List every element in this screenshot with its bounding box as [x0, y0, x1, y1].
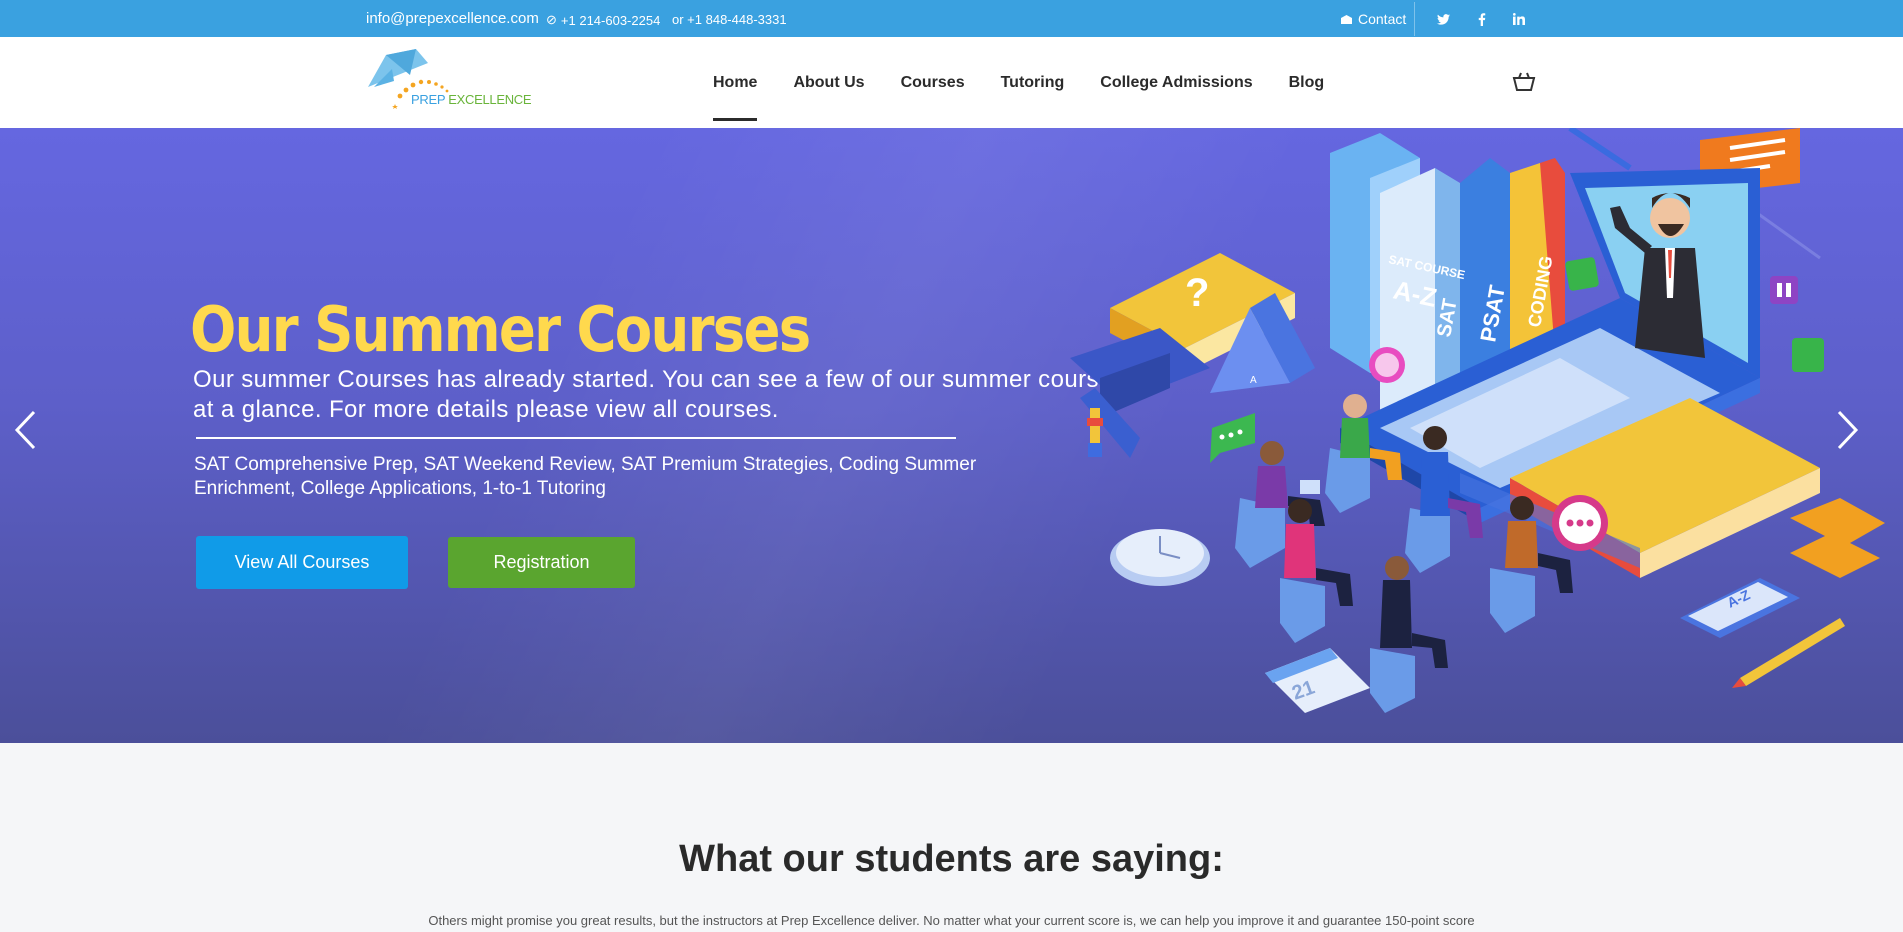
- hero-courses-list: SAT Comprehensive Prep, SAT Weekend Revi…: [194, 454, 977, 499]
- logo-text: PREP EXCELLENCE: [411, 92, 532, 107]
- nav-courses[interactable]: Courses: [901, 74, 965, 92]
- nav-blog[interactable]: Blog: [1289, 74, 1325, 92]
- nav-college-admissions[interactable]: College Admissions: [1100, 74, 1252, 92]
- nav-tutoring[interactable]: Tutoring: [1001, 74, 1065, 92]
- carousel-prev-arrow[interactable]: [10, 410, 40, 450]
- facebook-icon[interactable]: [1473, 10, 1491, 28]
- nav-about-us[interactable]: About Us: [793, 74, 864, 92]
- contact-label: Contact: [1358, 11, 1407, 27]
- svg-text:A: A: [1250, 375, 1257, 386]
- envelope-icon: [1341, 14, 1352, 24]
- main-header: PREP EXCELLENCE Home About Us Courses Tu…: [0, 37, 1903, 128]
- top-bar: info@prepexcellence.com ⊘ +1 214-603-225…: [0, 0, 1903, 37]
- registration-button[interactable]: Registration: [448, 537, 635, 588]
- testimonials-text: Others might promise you great results, …: [428, 913, 1475, 928]
- phone-number: +1 214-603-2254: [560, 12, 661, 28]
- phone-icon: ⊘: [546, 12, 557, 27]
- twitter-icon[interactable]: [1434, 10, 1452, 28]
- divider: [1414, 2, 1415, 36]
- hero-title: Our Summer Courses: [190, 293, 811, 366]
- nav-home[interactable]: Home: [713, 74, 758, 121]
- linkedin-icon[interactable]: [1510, 10, 1528, 28]
- contact-link[interactable]: Contact: [1340, 11, 1406, 27]
- view-all-courses-button[interactable]: View All Courses: [196, 536, 408, 589]
- clock-icon: [1110, 529, 1210, 586]
- hero-divider: [196, 437, 956, 439]
- education-illustration: SAT COURSE A-Z SAT PSAT CODING ? A 21 A-…: [1070, 128, 1885, 713]
- phone-link[interactable]: ⊘ +1 214-603-2254: [546, 12, 660, 28]
- hero-subtitle: Our summer Courses has already started. …: [193, 366, 1126, 423]
- main-nav: Home About Us Courses Tutoring College A…: [713, 74, 1360, 121]
- email-link[interactable]: info@prepexcellence.com: [366, 10, 539, 27]
- phone-link-2[interactable]: or +1 848-448-3331: [672, 12, 787, 27]
- testimonials-title: What our students are saying:: [679, 838, 1224, 880]
- cart-icon[interactable]: [1511, 71, 1537, 93]
- hero-carousel: Our Summer Courses Our summer Courses ha…: [0, 128, 1903, 743]
- svg-text:?: ?: [1185, 271, 1209, 315]
